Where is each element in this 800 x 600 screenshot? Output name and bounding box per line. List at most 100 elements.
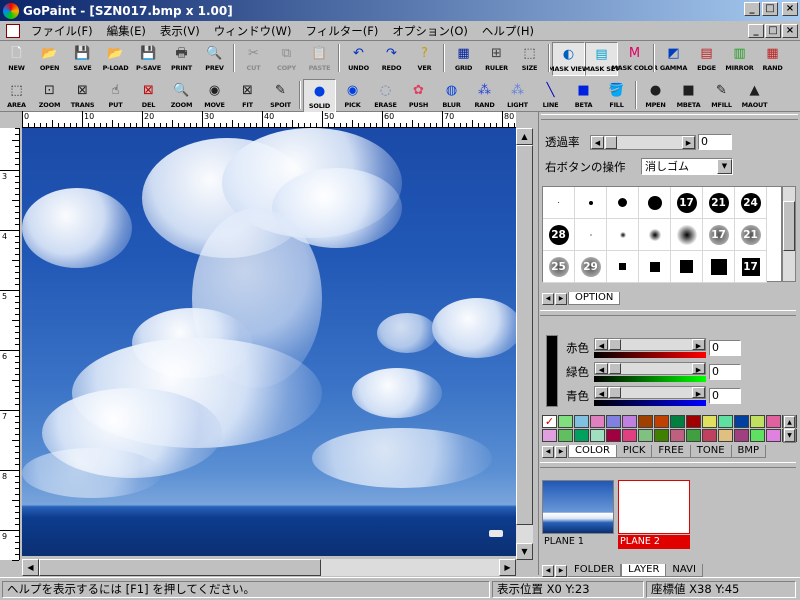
brush-cell[interactable] <box>639 219 671 251</box>
palette-swatch[interactable] <box>590 429 605 442</box>
tool-new-button[interactable]: 🗋 NEW <box>0 42 33 76</box>
brush-cell[interactable] <box>639 187 671 219</box>
palette-swatch[interactable] <box>654 429 669 442</box>
palette-swatch[interactable] <box>670 429 685 442</box>
tool-beta-button[interactable]: ■ BETA <box>567 79 600 113</box>
palette-swatch[interactable] <box>622 429 637 442</box>
brush-grid-scrollbar[interactable] <box>782 186 796 282</box>
red-right-arrow-icon[interactable]: ▶ <box>692 339 705 350</box>
tool-gamma-button[interactable]: ◩ GAMMA <box>657 42 690 76</box>
red-slider-knob[interactable] <box>609 339 621 350</box>
green-right-arrow-icon[interactable]: ▶ <box>692 363 705 374</box>
tool-zoom-button[interactable]: 🔍 ZOOM <box>165 79 198 113</box>
palette-swatch[interactable] <box>734 429 749 442</box>
tab-navi[interactable]: NAVI <box>666 564 703 577</box>
tool-area-button[interactable]: ⬚ AREA <box>0 79 33 113</box>
vertical-scrollbar[interactable]: ▲ ▼ <box>516 128 533 560</box>
tool-mbeta-button[interactable]: ■ MBETA <box>672 79 705 113</box>
layer-tab-next-arrow-icon[interactable]: ▶ <box>555 565 567 577</box>
scroll-right-arrow-icon[interactable]: ▶ <box>499 559 516 576</box>
palette-down-arrow-icon[interactable]: ▼ <box>784 429 795 442</box>
tab-layer[interactable]: LAYER <box>621 564 667 577</box>
brush-cell[interactable]: 17 <box>671 187 703 219</box>
menu-option[interactable]: オプション(O) <box>385 23 475 39</box>
palette-swatch[interactable] <box>638 415 653 428</box>
opacity-slider-knob[interactable] <box>605 135 617 149</box>
palette-up-arrow-icon[interactable]: ▲ <box>784 416 795 428</box>
palette-swatch[interactable] <box>702 429 717 442</box>
doc-restore-button[interactable]: □ <box>765 24 781 38</box>
palette-swatch[interactable] <box>686 415 701 428</box>
vertical-scroll-thumb[interactable] <box>516 145 533 525</box>
tab-color[interactable]: COLOR <box>568 445 617 458</box>
menu-window[interactable]: ウィンドウ(W) <box>207 23 299 39</box>
green-left-arrow-icon[interactable]: ◀ <box>595 363 608 374</box>
layer-tab-prev-arrow-icon[interactable]: ◀ <box>542 565 554 577</box>
brush-cell[interactable] <box>607 187 639 219</box>
brush-cell[interactable] <box>671 251 703 283</box>
palette-swatch[interactable] <box>558 415 573 428</box>
palette-swatch-selected[interactable]: ✓ <box>542 415 557 428</box>
close-button[interactable]: × <box>782 2 798 16</box>
brush-cell[interactable]: 24 <box>735 187 767 219</box>
palette-swatch[interactable] <box>606 429 621 442</box>
palette-swatch[interactable] <box>670 415 685 428</box>
chevron-down-icon[interactable]: ▼ <box>717 159 732 174</box>
opacity-slider[interactable]: ◀ ▶ <box>590 134 696 150</box>
blue-slider-knob[interactable] <box>609 387 621 398</box>
tool-redo-button[interactable]: ↷ REDO <box>375 42 408 76</box>
palette-swatch[interactable] <box>574 415 589 428</box>
doc-minimize-button[interactable]: _ <box>748 24 764 38</box>
color-tab-prev-arrow-icon[interactable]: ◀ <box>542 446 554 458</box>
tab-free[interactable]: FREE <box>652 445 691 458</box>
tool-undo-button[interactable]: ↶ UNDO <box>342 42 375 76</box>
tool-size-button[interactable]: ⬚ SIZE <box>513 42 546 76</box>
color-tab-next-arrow-icon[interactable]: ▶ <box>555 446 567 458</box>
horizontal-scroll-thumb[interactable] <box>39 559 321 576</box>
palette-swatch[interactable] <box>622 415 637 428</box>
tab-bmp[interactable]: BMP <box>731 445 767 458</box>
brush-cell[interactable]: 28 <box>543 219 575 251</box>
menu-edit[interactable]: 編集(E) <box>100 23 153 39</box>
brush-cell[interactable] <box>607 219 639 251</box>
tool-rand-button[interactable]: ▦ RAND <box>756 42 789 76</box>
tool-pick-button[interactable]: ◉ PICK <box>336 79 369 113</box>
tool-mpen-button[interactable]: ● MPEN <box>639 79 672 113</box>
tool-erase-button[interactable]: ◌ ERASE <box>369 79 402 113</box>
palette-swatch[interactable] <box>558 429 573 442</box>
tool-del-button[interactable]: ⊠ DEL <box>132 79 165 113</box>
tool-open-button[interactable]: 📂 OPEN <box>33 42 66 76</box>
tool-solid-button[interactable]: ● SOLID <box>303 79 336 113</box>
opacity-right-arrow-icon[interactable]: ▶ <box>682 135 695 149</box>
brush-cell[interactable]: 17 <box>703 219 735 251</box>
red-value-field[interactable]: 0 <box>709 340 741 356</box>
document-icon[interactable] <box>6 23 20 38</box>
tool-p-load-button[interactable]: 📂 P-LOAD <box>99 42 132 76</box>
menu-help[interactable]: ヘルプ(H) <box>475 23 541 39</box>
palette-swatch[interactable] <box>718 415 733 428</box>
palette-swatch[interactable] <box>590 415 605 428</box>
tab-next-arrow-icon[interactable]: ▶ <box>555 293 567 305</box>
tool-p-save-button[interactable]: 💾 P-SAVE <box>132 42 165 76</box>
palette-swatch[interactable] <box>702 415 717 428</box>
tool-prev-button[interactable]: 🔍 PREV <box>198 42 231 76</box>
palette-swatch[interactable] <box>542 429 557 442</box>
tab-prev-arrow-icon[interactable]: ◀ <box>542 293 554 305</box>
horizontal-scrollbar[interactable]: ◀ ▶ <box>22 559 516 576</box>
palette-swatch[interactable] <box>686 429 701 442</box>
right-button-select[interactable]: 消しゴム ▼ <box>641 158 733 175</box>
menu-file[interactable]: ファイル(F) <box>24 23 100 39</box>
tool-print-button[interactable]: 🖶 PRINT <box>165 42 198 76</box>
tool-paste-button[interactable]: 📋 PASTE <box>303 42 336 76</box>
brush-cell[interactable]: 17 <box>735 251 767 283</box>
tool-line-button[interactable]: ╲ LINE <box>534 79 567 113</box>
tool-ruler-button[interactable]: ⊞ RULER <box>480 42 513 76</box>
palette-swatch[interactable] <box>766 415 781 428</box>
palette-swatch[interactable] <box>718 429 733 442</box>
tool-ver-button[interactable]: ? VER <box>408 42 441 76</box>
palette-swatch[interactable] <box>606 415 621 428</box>
palette-swatch[interactable] <box>734 415 749 428</box>
blue-right-arrow-icon[interactable]: ▶ <box>692 387 705 398</box>
brush-cell[interactable] <box>703 251 735 283</box>
brush-grid-scroll-thumb[interactable] <box>783 201 795 251</box>
